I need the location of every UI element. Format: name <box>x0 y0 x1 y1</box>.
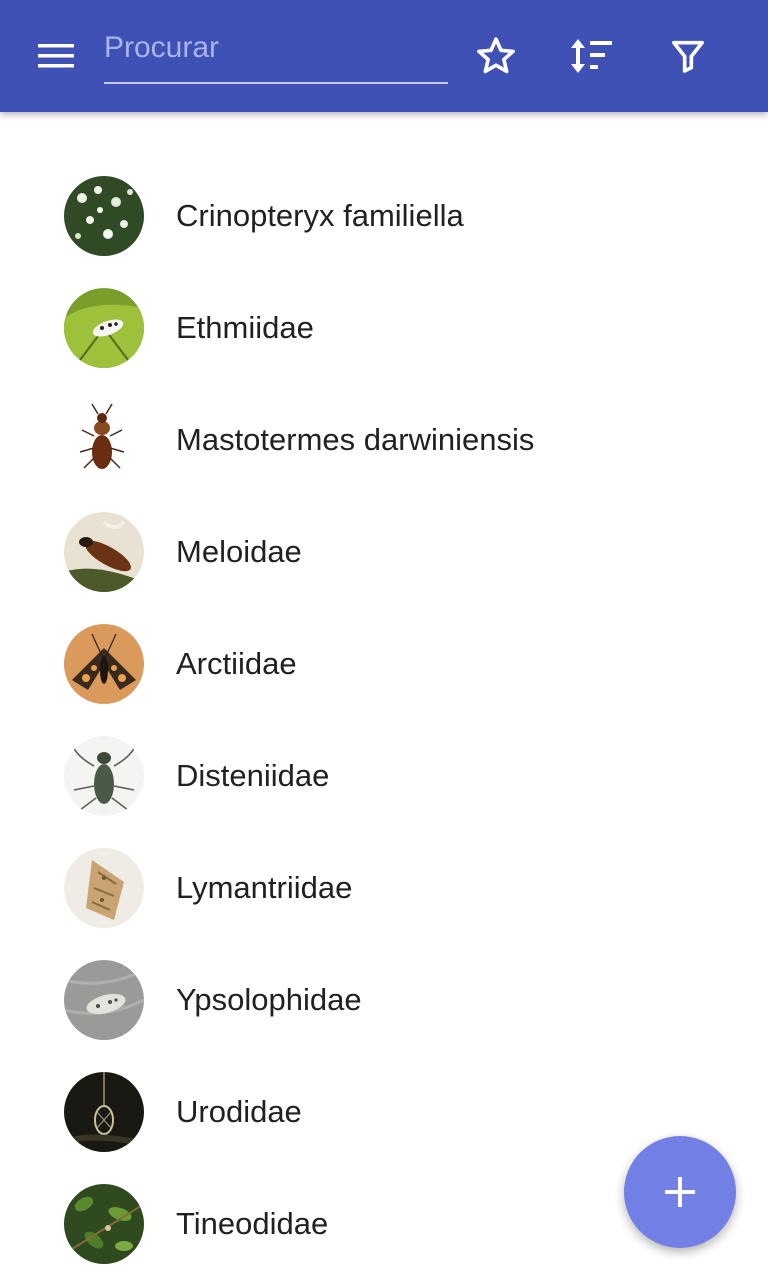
sort-icon <box>571 39 612 73</box>
add-button[interactable] <box>624 1136 736 1248</box>
item-name: Arctiidae <box>176 646 297 681</box>
thumbnail-avatar <box>64 848 144 928</box>
thumbnail-avatar <box>64 1184 144 1264</box>
item-name: Tineodidae <box>176 1206 329 1241</box>
hamburger-menu-icon <box>38 44 74 68</box>
search-field <box>104 26 448 84</box>
item-name: Mastotermes darwiniensis <box>176 422 535 457</box>
species-list: Crinopteryx familiella Ethmiidae Mastote <box>0 160 768 1280</box>
add-icon <box>665 1177 695 1207</box>
list-item[interactable]: Ethmiidae <box>0 272 768 384</box>
search-input[interactable] <box>104 26 448 70</box>
list-item[interactable]: Lymantriidae <box>0 832 768 944</box>
list-item[interactable]: Meloidae <box>0 496 768 608</box>
menu-button[interactable] <box>26 32 86 80</box>
item-name: Ypsolophidae <box>176 982 362 1017</box>
thumbnail-avatar <box>64 624 144 704</box>
list-item[interactable]: Mastotermes darwiniensis <box>0 384 768 496</box>
list-item[interactable]: Crinopteryx familiella <box>0 160 768 272</box>
sort-button[interactable] <box>564 32 620 80</box>
thumbnail-avatar <box>64 960 144 1040</box>
thumbnail-avatar <box>64 1072 144 1152</box>
item-name: Lymantriidae <box>176 870 353 905</box>
favorites-button[interactable] <box>468 32 524 80</box>
list-item[interactable]: Ypsolophidae <box>0 944 768 1056</box>
star-icon <box>477 37 515 74</box>
item-name: Disteniidae <box>176 758 330 793</box>
filter-icon <box>672 40 704 73</box>
list-item[interactable]: Disteniidae <box>0 720 768 832</box>
item-name: Meloidae <box>176 534 302 569</box>
thumbnail-avatar <box>64 512 144 592</box>
thumbnail-avatar <box>64 400 144 480</box>
filter-button[interactable] <box>660 32 716 80</box>
list-item[interactable]: Arctiidae <box>0 608 768 720</box>
item-name: Ethmiidae <box>176 310 314 345</box>
item-name: Urodidae <box>176 1094 302 1129</box>
app-bar <box>0 0 768 112</box>
thumbnail-avatar <box>64 288 144 368</box>
thumbnail-avatar <box>64 736 144 816</box>
item-name: Crinopteryx familiella <box>176 198 464 233</box>
thumbnail-avatar <box>64 176 144 256</box>
